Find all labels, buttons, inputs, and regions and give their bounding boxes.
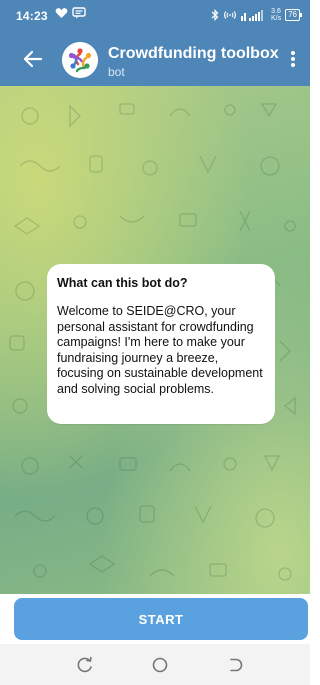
battery-indicator: 76	[285, 9, 302, 21]
bot-info-heading: What can this bot do?	[57, 276, 188, 290]
more-options-button[interactable]	[284, 48, 302, 70]
bot-info-card: What can this bot do? Welcome to SEIDE@C…	[47, 264, 275, 424]
message-icon	[72, 7, 86, 19]
chat-title[interactable]: Crowdfunding toolbox	[108, 45, 279, 63]
bot-info-description: Welcome to SEIDE@CRO, your personal assi…	[57, 304, 263, 396]
start-button[interactable]: START	[14, 598, 308, 640]
status-bar: 14:23 3.6 K/s 76	[0, 0, 310, 32]
chat-header: Crowdfunding toolbox bot	[0, 32, 310, 86]
status-time: 14:23	[16, 9, 48, 23]
system-nav-bar	[0, 644, 310, 685]
chat-background: What can this bot do? Welcome to SEIDE@C…	[0, 86, 310, 594]
system-back-button[interactable]	[225, 655, 245, 675]
more-vertical-icon	[291, 51, 295, 67]
network-speed-unit: K/s	[270, 15, 282, 22]
bottom-action-bar: START	[0, 594, 310, 642]
status-right-icons: 3.6 K/s 76	[211, 8, 302, 22]
bot-avatar[interactable]	[62, 42, 98, 78]
home-button[interactable]	[150, 655, 170, 675]
community-logo-icon	[62, 42, 98, 78]
back-icon	[230, 658, 243, 672]
bluetooth-icon	[211, 9, 219, 21]
chat-subtitle: bot	[108, 65, 125, 79]
recent-apps-icon	[77, 656, 92, 673]
back-arrow-icon	[23, 50, 43, 68]
signal-icon	[240, 9, 263, 21]
wifi-calling-icon	[224, 11, 236, 19]
recent-apps-button[interactable]	[75, 655, 95, 675]
home-icon	[152, 657, 168, 673]
status-left-icons	[55, 7, 86, 19]
heart-icon	[55, 8, 68, 18]
network-speed: 3.6 K/s	[271, 8, 281, 22]
back-arrow-button[interactable]	[22, 48, 44, 70]
network-speed-value: 3.6	[271, 8, 281, 15]
